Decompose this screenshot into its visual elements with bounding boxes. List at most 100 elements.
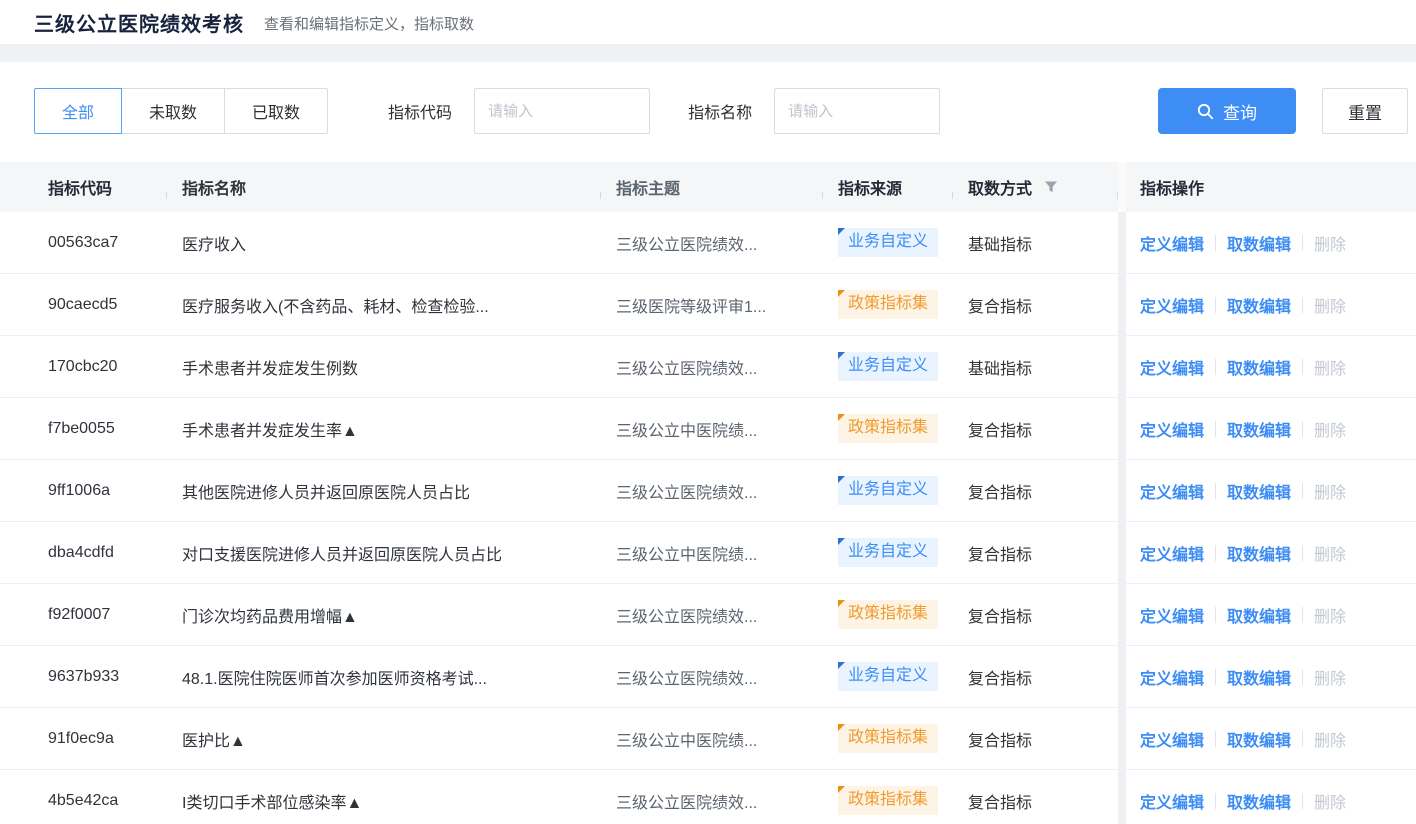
table-row: f7be0055 手术患者并发症发生率▲ 三级公立中医院绩... 政策指标集 复… [0,398,1416,460]
cell-indicator-name: 手术患者并发症发生率▲ [166,417,600,441]
action-divider [1215,669,1216,685]
tab-fetched[interactable]: 已取数 [224,88,328,134]
definition-edit-link[interactable]: 定义编辑 [1140,355,1204,379]
fetch-edit-link[interactable]: 取数编辑 [1227,355,1291,379]
delete-link[interactable]: 删除 [1314,541,1346,565]
cell-indicator-topic: 三级公立医院绩效... [600,789,822,813]
column-gap-band [1118,162,1126,212]
indicator-name-input[interactable] [774,88,940,134]
table-row: 170cbc20 手术患者并发症发生例数 三级公立医院绩效... 业务自定义 基… [0,336,1416,398]
indicator-code-input[interactable] [474,88,650,134]
cell-indicator-source: 业务自定义 [822,538,952,566]
cell-indicator-topic: 三级公立中医院绩... [600,727,822,751]
column-gap-band [1118,646,1126,707]
cell-indicator-name: 对口支援医院进修人员并返回原医院人员占比 [166,541,600,565]
indicator-code-label: 指标代码 [388,99,452,123]
action-divider [1302,793,1303,809]
source-badge: 政策指标集 [838,724,938,752]
header-indicator-code: 指标代码 [0,175,166,199]
tab-not-fetched[interactable]: 未取数 [121,88,225,134]
cell-actions: 定义编辑 取数编辑 删除 [1126,417,1416,441]
delete-link[interactable]: 删除 [1314,417,1346,441]
cell-indicator-code: f92f0007 [0,606,166,624]
delete-link[interactable]: 删除 [1314,293,1346,317]
cell-actions: 定义编辑 取数编辑 删除 [1126,727,1416,751]
action-divider [1215,235,1216,251]
cell-indicator-code: 4b5e42ca [0,792,166,810]
fetch-edit-link[interactable]: 取数编辑 [1227,541,1291,565]
action-divider [1302,483,1303,499]
fetch-edit-link[interactable]: 取数编辑 [1227,417,1291,441]
action-divider [1215,731,1216,747]
header-indicator-source: 指标来源 [822,175,952,199]
cell-actions: 定义编辑 取数编辑 删除 [1126,603,1416,627]
fetch-edit-link[interactable]: 取数编辑 [1227,479,1291,503]
cell-fetch-method: 基础指标 [952,231,1118,255]
header-fetch-method-label: 取数方式 [968,175,1032,199]
definition-edit-link[interactable]: 定义编辑 [1140,417,1204,441]
table-row: 4b5e42ca I类切口手术部位感染率▲ 三级公立医院绩效... 政策指标集 … [0,770,1416,824]
cell-indicator-source: 业务自定义 [822,662,952,690]
tab-all[interactable]: 全部 [34,88,122,134]
delete-link[interactable]: 删除 [1314,479,1346,503]
cell-actions: 定义编辑 取数编辑 删除 [1126,355,1416,379]
cell-indicator-code: 9637b933 [0,668,166,686]
fetch-edit-link[interactable]: 取数编辑 [1227,665,1291,689]
cell-indicator-code: dba4cdfd [0,544,166,562]
definition-edit-link[interactable]: 定义编辑 [1140,665,1204,689]
fetch-edit-link[interactable]: 取数编辑 [1227,293,1291,317]
table-row: 90caecd5 医疗服务收入(不含药品、耗材、检查检验... 三级医院等级评审… [0,274,1416,336]
cell-indicator-name: 医疗服务收入(不含药品、耗材、检查检验... [166,293,600,317]
action-divider [1302,669,1303,685]
column-gap-band [1118,770,1126,824]
cell-actions: 定义编辑 取数编辑 删除 [1126,789,1416,813]
table-row: 9ff1006a 其他医院进修人员并返回原医院人员占比 三级公立医院绩效... … [0,460,1416,522]
source-badge: 业务自定义 [838,538,938,566]
table-body: 00563ca7 医疗收入 三级公立医院绩效... 业务自定义 基础指标 定义编… [0,212,1416,824]
fetch-edit-link[interactable]: 取数编辑 [1227,231,1291,255]
cell-indicator-source: 政策指标集 [822,600,952,628]
delete-link[interactable]: 删除 [1314,665,1346,689]
definition-edit-link[interactable]: 定义编辑 [1140,789,1204,813]
header-indicator-actions: 指标操作 [1126,175,1416,199]
cell-fetch-method: 复合指标 [952,417,1118,441]
action-divider [1215,297,1216,313]
definition-edit-link[interactable]: 定义编辑 [1140,603,1204,627]
cell-indicator-code: 9ff1006a [0,482,166,500]
cell-indicator-topic: 三级公立中医院绩... [600,541,822,565]
table-row: 91f0ec9a 医护比▲ 三级公立中医院绩... 政策指标集 复合指标 定义编… [0,708,1416,770]
cell-indicator-code: 90caecd5 [0,296,166,314]
query-button[interactable]: 查询 [1158,88,1296,134]
delete-link[interactable]: 删除 [1314,789,1346,813]
definition-edit-link[interactable]: 定义编辑 [1140,231,1204,255]
fetch-edit-link[interactable]: 取数编辑 [1227,789,1291,813]
cell-indicator-name: 门诊次均药品费用增幅▲ [166,603,600,627]
definition-edit-link[interactable]: 定义编辑 [1140,727,1204,751]
cell-indicator-source: 业务自定义 [822,228,952,256]
action-divider [1215,607,1216,623]
source-badge: 业务自定义 [838,352,938,380]
delete-link[interactable]: 删除 [1314,231,1346,255]
action-divider [1302,607,1303,623]
definition-edit-link[interactable]: 定义编辑 [1140,479,1204,503]
delete-link[interactable]: 删除 [1314,603,1346,627]
definition-edit-link[interactable]: 定义编辑 [1140,541,1204,565]
table-header-row: 指标代码 指标名称 指标主题 指标来源 取数方式 指标操作 [0,162,1416,212]
source-badge: 政策指标集 [838,414,938,442]
cell-fetch-method: 复合指标 [952,789,1118,813]
delete-link[interactable]: 删除 [1314,727,1346,751]
delete-link[interactable]: 删除 [1314,355,1346,379]
column-gap-band [1118,336,1126,397]
definition-edit-link[interactable]: 定义编辑 [1140,293,1204,317]
fetch-edit-link[interactable]: 取数编辑 [1227,603,1291,627]
reset-button[interactable]: 重置 [1322,88,1408,134]
source-badge: 业务自定义 [838,662,938,690]
cell-actions: 定义编辑 取数编辑 删除 [1126,231,1416,255]
cell-indicator-name: 医护比▲ [166,727,600,751]
cell-indicator-topic: 三级公立医院绩效... [600,665,822,689]
fetch-edit-link[interactable]: 取数编辑 [1227,727,1291,751]
filter-funnel-icon[interactable] [1044,180,1058,194]
cell-indicator-name: 48.1.医院住院医师首次参加医师资格考试... [166,665,600,689]
content-panel: 全部 未取数 已取数 指标代码 指标名称 查询 重置 指标代码 指标名称 指标主 [0,62,1416,824]
action-divider [1302,359,1303,375]
